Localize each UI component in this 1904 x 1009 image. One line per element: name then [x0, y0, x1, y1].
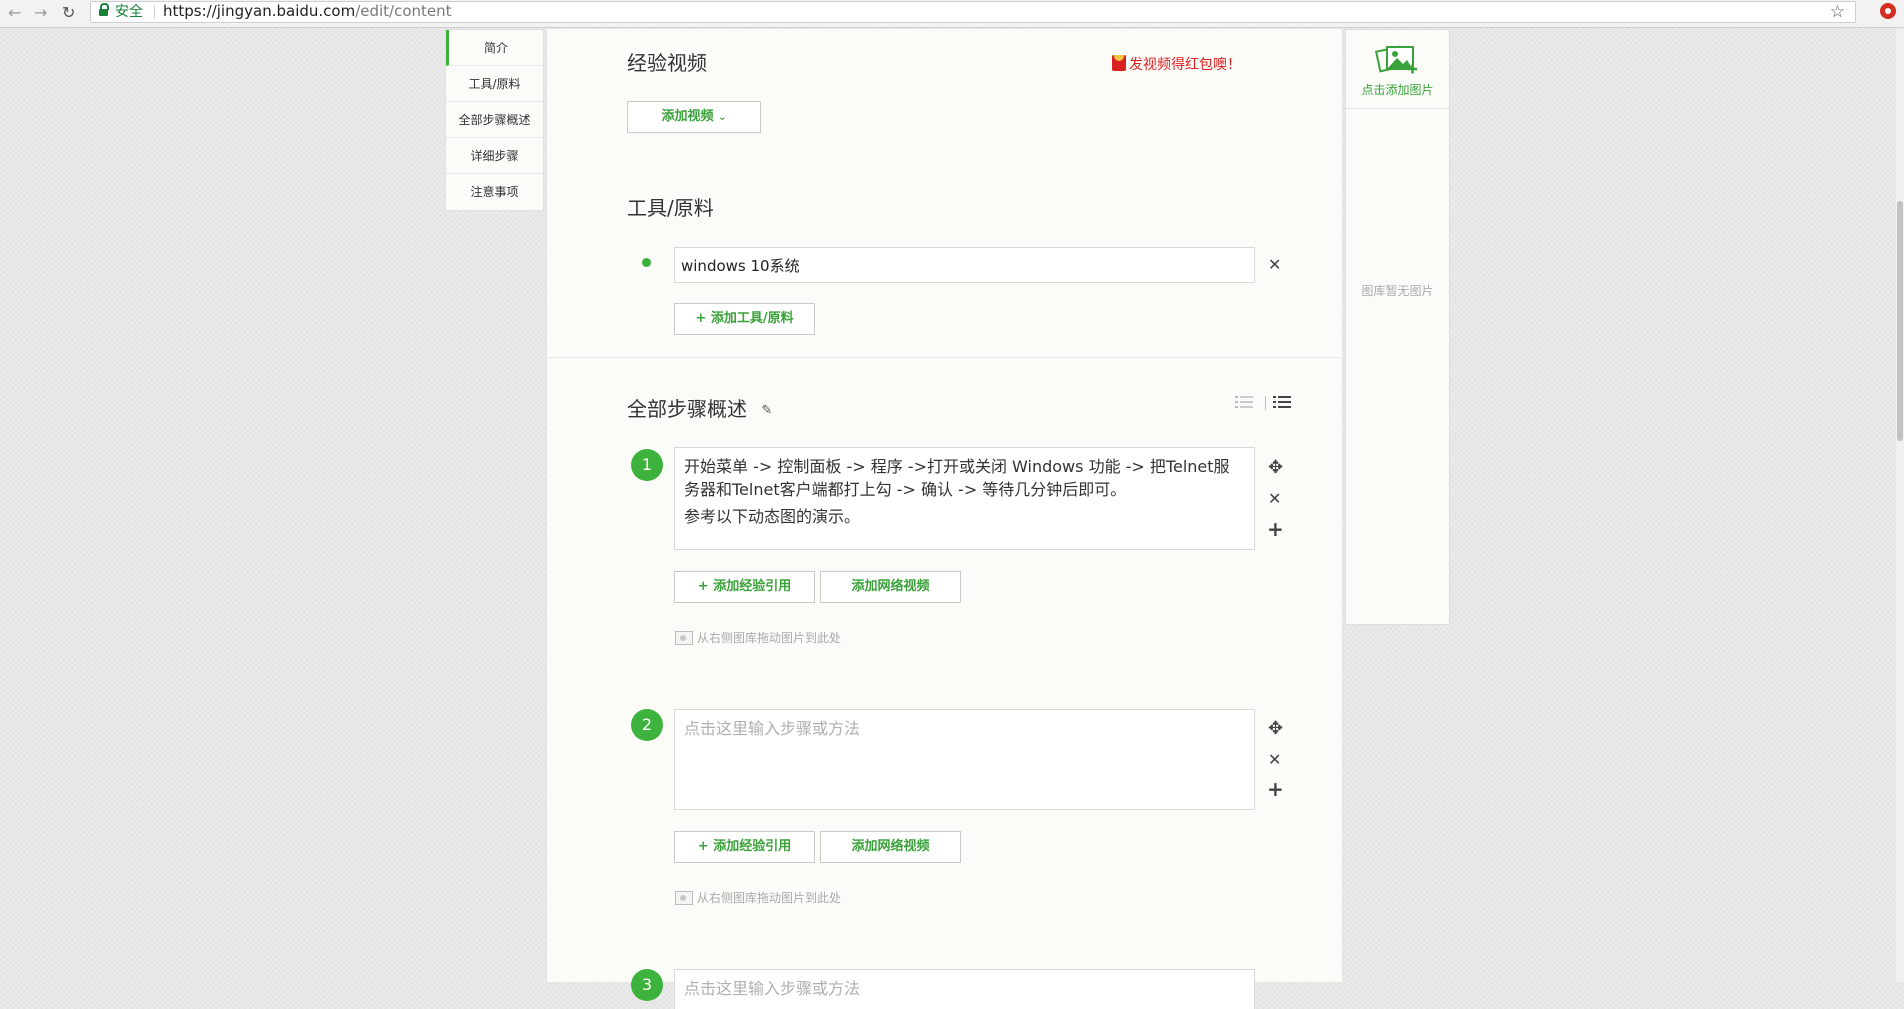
step-3-textarea[interactable]: 点击这里输入步骤或方法 — [674, 969, 1255, 1009]
step-number-3: 3 — [631, 969, 663, 1001]
step-1-line-2: 参考以下动态图的演示。 — [684, 507, 861, 526]
steps-section-title-text: 全部步骤概述 — [627, 397, 747, 421]
security-label: 安全 — [115, 4, 143, 20]
list-toggle-separator — [1265, 396, 1266, 410]
red-envelope-icon — [1112, 55, 1126, 71]
move-step-2-icon[interactable]: ✥ — [1268, 718, 1283, 739]
add-image-button[interactable]: 点击添加图片 — [1346, 30, 1449, 109]
step-3-placeholder: 点击这里输入步骤或方法 — [684, 979, 861, 998]
step-1-line-1: 开始菜单 -> 控制面板 -> 程序 ->打开或关闭 Windows 功能 ->… — [684, 457, 1230, 499]
step-2-image-drop-hint: 从右侧图库拖动图片到此处 — [675, 890, 841, 906]
video-section-title: 经验视频 — [627, 51, 707, 75]
url-host: https://jingyan.baidu.com — [163, 2, 356, 20]
add-step-after-1-icon[interactable]: + — [1267, 519, 1284, 539]
step-1-add-web-video-button[interactable]: 添加网络视频 — [820, 571, 961, 603]
nav-item-notes[interactable]: 注意事项 — [446, 174, 543, 210]
step-1-textarea[interactable]: 开始菜单 -> 控制面板 -> 程序 ->打开或关闭 Windows 功能 ->… — [674, 447, 1255, 550]
forward-arrow-icon[interactable]: → — [34, 4, 47, 22]
unordered-list-icon[interactable] — [1273, 394, 1291, 410]
extension-icon[interactable] — [1880, 3, 1896, 19]
section-nav: 简介 工具/原料 全部步骤概述 详细步骤 注意事项 — [445, 29, 544, 211]
step-number-1: 1 — [631, 449, 663, 481]
step-2-add-web-video-button[interactable]: 添加网络视频 — [820, 831, 961, 863]
address-bar[interactable]: 安全 https://jingyan.baidu.com/edit/conten… — [90, 1, 1856, 23]
browser-toolbar: ← → ↻ 安全 https://jingyan.baidu.com/edit/… — [0, 0, 1904, 28]
list-format-toggle — [1235, 394, 1293, 414]
steps-section-title: 全部步骤概述 ✎ — [627, 396, 772, 424]
step-1-drop-hint-text: 从右侧图库拖动图片到此处 — [697, 631, 842, 645]
step-1-image-drop-hint: 从右侧图库拖动图片到此处 — [675, 630, 841, 646]
url-text[interactable]: https://jingyan.baidu.com/edit/content — [163, 2, 452, 21]
editor-main: 经验视频 发视频得红包噢！ 添加视频 ⌄ 工具/原料 ✕ + 添加工具/原料 全… — [546, 29, 1343, 1009]
add-tool-button[interactable]: + 添加工具/原料 — [674, 303, 815, 335]
tool-bullet — [642, 258, 651, 267]
add-step-after-2-icon[interactable]: + — [1267, 779, 1284, 799]
chevron-down-icon: ⌄ — [718, 112, 727, 123]
reload-icon[interactable]: ↻ — [62, 4, 75, 22]
gallery-empty-text: 图库暂无图片 — [1361, 284, 1434, 298]
image-icon — [675, 891, 693, 905]
url-path: /edit/content — [355, 2, 452, 20]
add-image-icon — [1375, 45, 1417, 74]
scrollbar-thumb[interactable] — [1897, 201, 1903, 441]
nav-item-tools[interactable]: 工具/原料 — [446, 66, 543, 102]
add-video-button[interactable]: 添加视频 ⌄ — [627, 101, 761, 133]
step-2-add-reference-button[interactable]: + 添加经验引用 — [674, 831, 815, 863]
step-2-drop-hint-text: 从右侧图库拖动图片到此处 — [697, 891, 842, 905]
step-number-2: 2 — [631, 709, 663, 741]
video-promo[interactable]: 发视频得红包噢！ — [1112, 55, 1241, 74]
step-1-add-reference-button[interactable]: + 添加经验引用 — [674, 571, 815, 603]
tools-section-title: 工具/原料 — [627, 196, 714, 220]
image-icon — [675, 631, 693, 645]
tool-item-input[interactable] — [674, 247, 1255, 283]
move-step-1-icon[interactable]: ✥ — [1268, 457, 1283, 478]
edit-pencil-icon[interactable]: ✎ — [761, 403, 772, 418]
image-gallery-panel: 点击添加图片 图库暂无图片 — [1345, 29, 1450, 625]
add-image-label: 点击添加图片 — [1361, 83, 1434, 97]
nav-item-overview[interactable]: 全部步骤概述 — [446, 102, 543, 138]
section-divider — [547, 357, 1342, 358]
remove-step-2-icon[interactable]: ✕ — [1268, 752, 1281, 768]
video-promo-text: 发视频得红包噢！ — [1129, 57, 1241, 73]
step-2-placeholder: 点击这里输入步骤或方法 — [684, 719, 861, 738]
page-scrollbar[interactable] — [1896, 29, 1904, 982]
address-separator — [154, 5, 155, 19]
step-2-textarea[interactable]: 点击这里输入步骤或方法 — [674, 709, 1255, 810]
remove-tool-icon[interactable]: ✕ — [1268, 257, 1281, 273]
bookmark-star-icon[interactable]: ☆ — [1830, 2, 1845, 22]
lock-icon — [99, 3, 109, 16]
back-arrow-icon[interactable]: ← — [8, 4, 21, 22]
add-video-label: 添加视频 — [661, 109, 714, 124]
remove-step-1-icon[interactable]: ✕ — [1268, 491, 1281, 507]
ordered-list-icon[interactable] — [1235, 394, 1253, 410]
nav-item-detailed-steps[interactable]: 详细步骤 — [446, 138, 543, 174]
nav-item-intro[interactable]: 简介 — [446, 30, 543, 66]
